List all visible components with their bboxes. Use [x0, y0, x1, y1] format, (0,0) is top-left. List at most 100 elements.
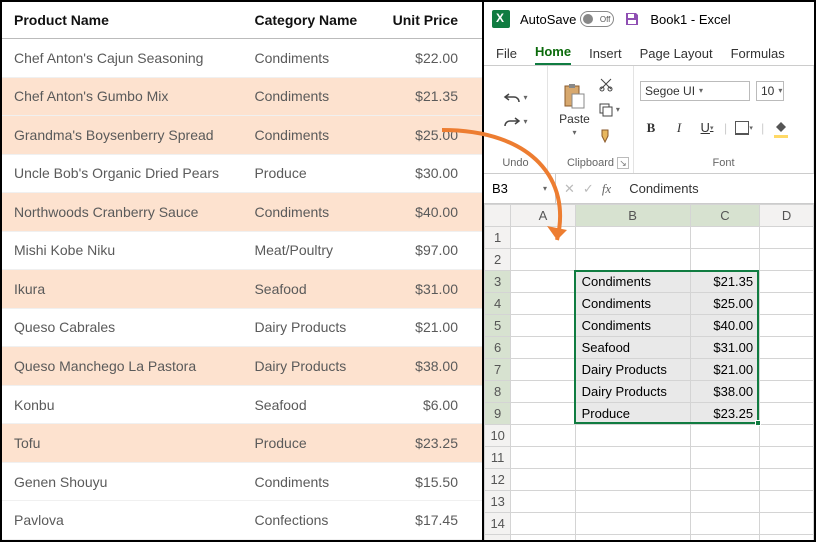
- row-header-13[interactable]: 13: [485, 491, 511, 513]
- cell-C11[interactable]: [690, 447, 759, 469]
- cell-C1[interactable]: [690, 227, 759, 249]
- cell-A13[interactable]: [511, 491, 575, 513]
- row-header-12[interactable]: 12: [485, 469, 511, 491]
- row-header-14[interactable]: 14: [485, 513, 511, 535]
- cell-A15[interactable]: [511, 535, 575, 541]
- fx-icon[interactable]: fx: [602, 181, 611, 197]
- table-row[interactable]: Uncle Bob's Organic Dried PearsProduce$3…: [2, 154, 482, 193]
- row-header-15[interactable]: 15: [485, 535, 511, 541]
- cell-B3[interactable]: Condiments: [575, 271, 690, 293]
- italic-button[interactable]: I: [668, 117, 690, 139]
- tab-home[interactable]: Home: [535, 40, 571, 65]
- table-row[interactable]: Chef Anton's Cajun SeasoningCondiments$2…: [2, 39, 482, 78]
- cell-D4[interactable]: [760, 293, 814, 315]
- enter-icon[interactable]: ✓: [583, 181, 594, 197]
- cell-C4[interactable]: $25.00: [690, 293, 759, 315]
- cell-D2[interactable]: [760, 249, 814, 271]
- cell-D10[interactable]: [760, 425, 814, 447]
- table-row[interactable]: Queso CabralesDairy Products$21.00: [2, 308, 482, 347]
- cancel-icon[interactable]: ✕: [564, 181, 575, 197]
- formula-value[interactable]: Condiments: [619, 181, 698, 196]
- row-header-6[interactable]: 6: [485, 337, 511, 359]
- cell-B13[interactable]: [575, 491, 690, 513]
- redo-button[interactable]: ▾: [501, 113, 529, 131]
- cell-B11[interactable]: [575, 447, 690, 469]
- cell-D14[interactable]: [760, 513, 814, 535]
- table-row[interactable]: Queso Manchego La PastoraDairy Products$…: [2, 347, 482, 386]
- cell-D1[interactable]: [760, 227, 814, 249]
- cell-B2[interactable]: [575, 249, 690, 271]
- copy-button[interactable]: ▾: [596, 100, 622, 120]
- tab-formulas[interactable]: Formulas: [731, 42, 785, 65]
- tab-page-layout[interactable]: Page Layout: [640, 42, 713, 65]
- cell-A9[interactable]: [511, 403, 575, 425]
- cell-C5[interactable]: $40.00: [690, 315, 759, 337]
- table-row[interactable]: Grandma's Boysenberry SpreadCondiments$2…: [2, 116, 482, 155]
- cell-A7[interactable]: [511, 359, 575, 381]
- cell-C13[interactable]: [690, 491, 759, 513]
- row-header-5[interactable]: 5: [485, 315, 511, 337]
- cell-B6[interactable]: Seafood: [575, 337, 690, 359]
- cell-A8[interactable]: [511, 381, 575, 403]
- worksheet-grid[interactable]: ABCD123Condiments$21.354Condiments$25.00…: [484, 204, 814, 540]
- borders-button[interactable]: ▾: [733, 117, 755, 139]
- fill-color-button[interactable]: [770, 117, 792, 139]
- tab-file[interactable]: File: [496, 42, 517, 65]
- cell-C7[interactable]: $21.00: [690, 359, 759, 381]
- row-header-11[interactable]: 11: [485, 447, 511, 469]
- cell-B1[interactable]: [575, 227, 690, 249]
- bold-button[interactable]: B: [640, 117, 662, 139]
- column-header-C[interactable]: C: [690, 205, 759, 227]
- cell-C3[interactable]: $21.35: [690, 271, 759, 293]
- cell-B15[interactable]: [575, 535, 690, 541]
- column-header-D[interactable]: D: [760, 205, 814, 227]
- font-name-combo[interactable]: Segoe UI▾: [640, 81, 750, 101]
- font-size-combo[interactable]: 10▾: [756, 81, 784, 101]
- underline-button[interactable]: U▾: [696, 117, 718, 139]
- cell-D8[interactable]: [760, 381, 814, 403]
- table-row[interactable]: Chef Anton's Gumbo MixCondiments$21.35: [2, 77, 482, 116]
- cell-B5[interactable]: Condiments: [575, 315, 690, 337]
- tab-insert[interactable]: Insert: [589, 42, 622, 65]
- cell-B12[interactable]: [575, 469, 690, 491]
- table-row[interactable]: PavlovaConfections$17.45: [2, 501, 482, 540]
- row-header-10[interactable]: 10: [485, 425, 511, 447]
- cell-D15[interactable]: [760, 535, 814, 541]
- table-row[interactable]: Genen ShouyuCondiments$15.50: [2, 462, 482, 501]
- cell-C6[interactable]: $31.00: [690, 337, 759, 359]
- row-header-9[interactable]: 9: [485, 403, 511, 425]
- cell-D3[interactable]: [760, 271, 814, 293]
- cell-C9[interactable]: $23.25: [690, 403, 759, 425]
- save-icon[interactable]: [624, 11, 640, 27]
- table-row[interactable]: Mishi Kobe NikuMeat/Poultry$97.00: [2, 231, 482, 270]
- row-header-1[interactable]: 1: [485, 227, 511, 249]
- cell-D6[interactable]: [760, 337, 814, 359]
- column-header-A[interactable]: A: [511, 205, 575, 227]
- cell-C12[interactable]: [690, 469, 759, 491]
- cell-B10[interactable]: [575, 425, 690, 447]
- cell-B8[interactable]: Dairy Products: [575, 381, 690, 403]
- cell-C10[interactable]: [690, 425, 759, 447]
- clipboard-launcher[interactable]: ↘: [617, 157, 629, 169]
- table-row[interactable]: KonbuSeafood$6.00: [2, 385, 482, 424]
- cell-A3[interactable]: [511, 271, 575, 293]
- cell-C8[interactable]: $38.00: [690, 381, 759, 403]
- row-header-7[interactable]: 7: [485, 359, 511, 381]
- cell-A2[interactable]: [511, 249, 575, 271]
- column-header-B[interactable]: B: [575, 205, 690, 227]
- cell-D7[interactable]: [760, 359, 814, 381]
- row-header-4[interactable]: 4: [485, 293, 511, 315]
- cell-A11[interactable]: [511, 447, 575, 469]
- cell-A14[interactable]: [511, 513, 575, 535]
- cell-A1[interactable]: [511, 227, 575, 249]
- name-box[interactable]: B3▾: [484, 174, 556, 203]
- row-header-2[interactable]: 2: [485, 249, 511, 271]
- cell-A10[interactable]: [511, 425, 575, 447]
- cell-C14[interactable]: [690, 513, 759, 535]
- autosave-toggle[interactable]: Off: [580, 11, 614, 27]
- cell-A12[interactable]: [511, 469, 575, 491]
- cell-D13[interactable]: [760, 491, 814, 513]
- cell-D11[interactable]: [760, 447, 814, 469]
- cell-B9[interactable]: Produce: [575, 403, 690, 425]
- row-header-3[interactable]: 3: [485, 271, 511, 293]
